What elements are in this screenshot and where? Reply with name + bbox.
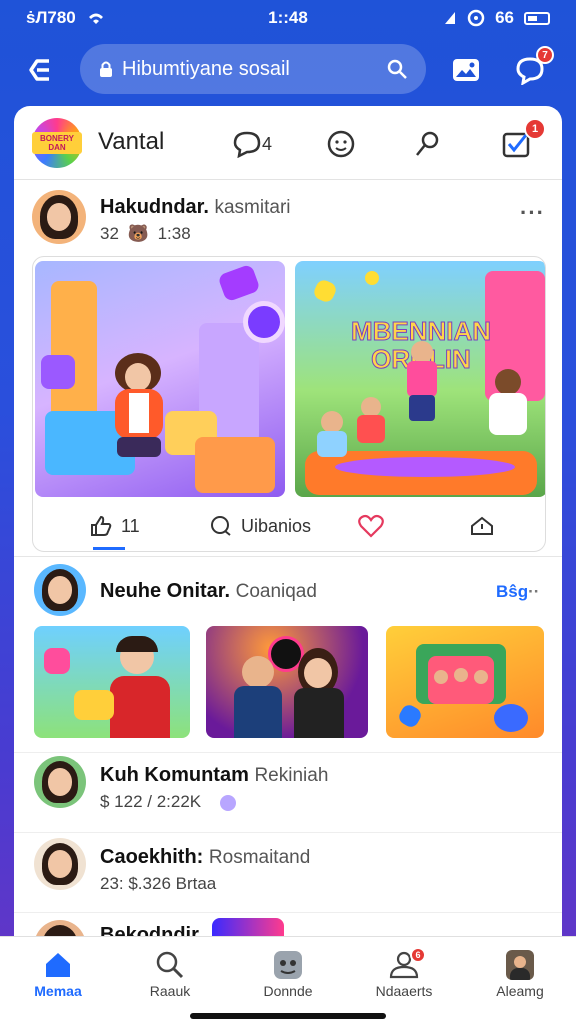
post-image[interactable]: MBENNIAN ORDLIN bbox=[295, 261, 545, 497]
comment-icon bbox=[211, 516, 231, 536]
group-header: BONERY DAN Vantal 4 1 bbox=[14, 106, 562, 180]
list-item-meta: $ 122 / 2:22K bbox=[100, 792, 236, 812]
tasks-button[interactable]: 1 bbox=[500, 118, 546, 160]
post-author[interactable]: Neuhe Onitar. Coaniqad bbox=[100, 580, 317, 603]
post-actions: 11 Uibanios bbox=[33, 501, 545, 551]
share-icon bbox=[471, 516, 493, 535]
list-item-sub: Rekiniah bbox=[254, 765, 329, 786]
like-icon bbox=[91, 515, 112, 536]
post-thumbnail[interactable] bbox=[206, 626, 368, 738]
list-item-name: Kuh Komuntam bbox=[100, 764, 249, 786]
messages-button[interactable]: 7 bbox=[510, 46, 554, 90]
status-bar: ṡЛ780 1::48 66 bbox=[0, 0, 576, 36]
author-sub: kasmitari bbox=[214, 197, 291, 218]
feed-card: BONERY DAN Vantal 4 1 Hakudndar. kasmita… bbox=[14, 106, 562, 946]
game-icon bbox=[274, 951, 302, 979]
pin-icon bbox=[416, 131, 439, 156]
nav-profile-label: Aleamg bbox=[496, 983, 544, 999]
avatar bbox=[34, 838, 86, 890]
list-item-name: Caoekhith: bbox=[100, 846, 204, 868]
like-button[interactable]: 11 bbox=[89, 514, 140, 538]
active-tab-indicator bbox=[93, 547, 125, 550]
alarm-icon bbox=[467, 9, 485, 27]
nav-search-label: Raauk bbox=[149, 983, 191, 999]
post-author[interactable]: Hakudndar. kasmitari bbox=[100, 196, 291, 219]
bottom-nav: Memaa Raauk Donnde 6 Ndaaerts Aleamg bbox=[0, 936, 576, 1024]
back-button[interactable] bbox=[22, 50, 62, 90]
list-item[interactable]: Kuh Komuntam Rekiniah $ 122 / 2:22K bbox=[14, 752, 562, 832]
more-options-icon[interactable]: ··· bbox=[520, 200, 545, 226]
list-item-title: Kuh Komuntam Rekiniah bbox=[100, 764, 328, 787]
share-button[interactable] bbox=[469, 514, 495, 538]
meta-time: 1:38 bbox=[157, 224, 191, 243]
like-count: 11 bbox=[121, 515, 140, 536]
author-name: Hakudndar. bbox=[100, 196, 209, 218]
nav-profile[interactable]: Aleamg bbox=[470, 947, 570, 999]
nav-home[interactable]: Memaa bbox=[8, 947, 108, 999]
author-sub: Coaniqad bbox=[235, 581, 317, 602]
group-logo[interactable]: BONERY DAN bbox=[32, 118, 82, 168]
search-icon bbox=[156, 951, 184, 979]
post-meta: 32 🐻 1:38 bbox=[100, 224, 191, 244]
author-name: Neuhe Onitar. bbox=[100, 580, 231, 602]
avatar bbox=[34, 756, 86, 808]
bear-icon: 🐻 bbox=[127, 224, 149, 243]
search-icon[interactable] bbox=[386, 58, 408, 80]
signal-icon bbox=[445, 12, 456, 24]
meta-count: 32 bbox=[100, 224, 119, 243]
nav-community-label: Ndaaerts bbox=[375, 983, 433, 999]
post-thumbnail[interactable] bbox=[34, 626, 190, 738]
list-item-sub: Rosmaitand bbox=[208, 847, 311, 868]
back-icon bbox=[29, 59, 49, 81]
home-indicator bbox=[190, 1013, 386, 1019]
emoji-button[interactable] bbox=[324, 128, 358, 160]
nav-home-label: Memaa bbox=[34, 983, 82, 999]
tasks-badge: 1 bbox=[524, 118, 546, 140]
post-meta[interactable]: Bŝg·· bbox=[496, 582, 539, 602]
comment-button[interactable]: Uibanios bbox=[209, 514, 311, 538]
image-icon bbox=[453, 59, 479, 81]
list-item-meta-text: $ 122 / 2:22K bbox=[100, 792, 202, 811]
emoji-icon bbox=[327, 130, 355, 158]
status-right: 66 bbox=[443, 8, 550, 28]
search-input[interactable]: Hibumtiyane sosail bbox=[80, 44, 426, 94]
pin-button[interactable] bbox=[410, 128, 444, 160]
post-image[interactable] bbox=[35, 261, 285, 497]
list-item-title: Caoekhith: Rosmaitand bbox=[100, 846, 310, 869]
list-item[interactable]: Caoekhith: Rosmaitand 23: $.326 Brtaa bbox=[14, 832, 562, 912]
nav-community-badge: 6 bbox=[410, 947, 426, 963]
coin-icon bbox=[219, 794, 236, 811]
avatar[interactable] bbox=[34, 564, 86, 616]
nav-games-label: Donnde bbox=[263, 983, 313, 999]
list-item-meta: 23: $.326 Brtaa bbox=[100, 874, 217, 893]
search-text: Hibumtiyane sosail bbox=[122, 57, 290, 80]
group-name[interactable]: Vantal bbox=[98, 128, 164, 156]
post-meta-text: Bŝg bbox=[496, 582, 529, 601]
react-button[interactable] bbox=[357, 513, 385, 539]
nav-search[interactable]: Raauk bbox=[120, 947, 220, 999]
post-media-card: MBENNIAN ORDLIN 11 bbox=[32, 256, 546, 552]
home-icon bbox=[46, 953, 70, 977]
comments-button[interactable]: 4 bbox=[222, 128, 282, 160]
battery-icon bbox=[524, 11, 550, 25]
nav-community[interactable]: 6 Ndaaerts bbox=[354, 947, 454, 999]
nav-games[interactable]: Donnde bbox=[238, 947, 338, 999]
lock-icon bbox=[100, 61, 112, 77]
comment-count: 4 bbox=[261, 133, 272, 154]
comment-label: Uibanios bbox=[241, 515, 312, 536]
comment-icon bbox=[233, 131, 261, 158]
avatar[interactable] bbox=[32, 190, 86, 244]
group-logo-text: BONERY DAN bbox=[32, 132, 82, 154]
profile-icon bbox=[506, 950, 534, 980]
gallery-button[interactable] bbox=[446, 50, 486, 90]
heart-icon bbox=[358, 514, 384, 538]
battery-percent: 66 bbox=[495, 8, 514, 27]
post-thumbnail[interactable] bbox=[386, 626, 544, 738]
top-nav: Hibumtiyane sosail 7 bbox=[0, 40, 576, 100]
messages-badge: 7 bbox=[536, 46, 554, 64]
